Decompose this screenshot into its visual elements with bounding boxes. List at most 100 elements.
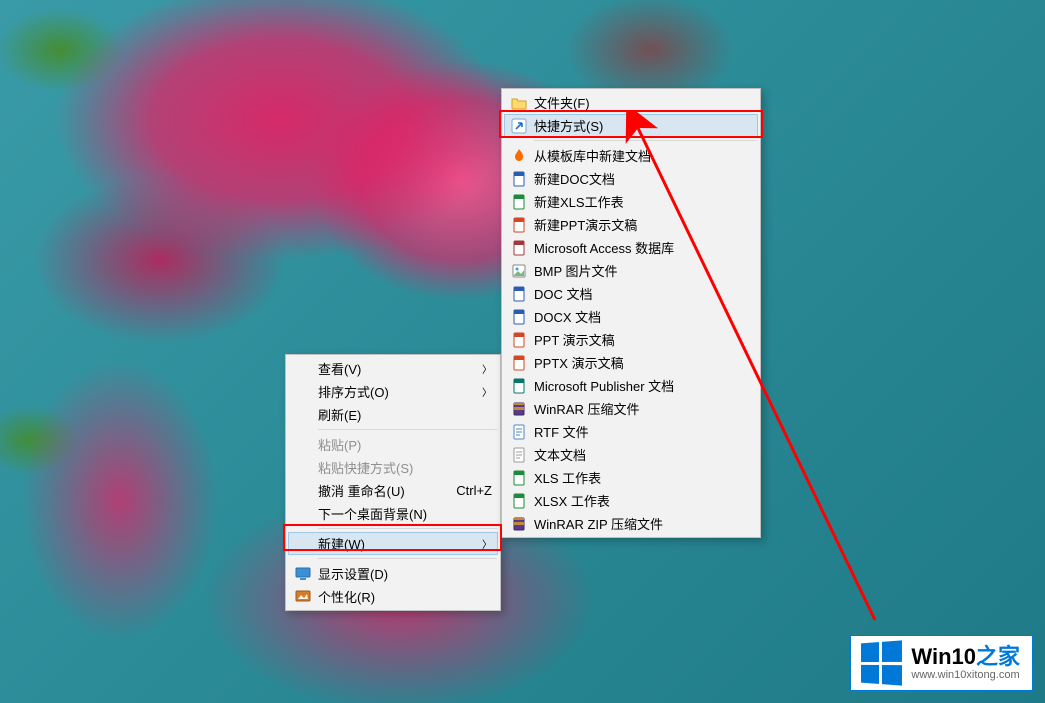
submenu-label: PPT 演示文稿: [530, 330, 752, 349]
rar-icon: [508, 400, 530, 418]
watermark-title: Win10之家: [911, 645, 1020, 669]
submenu-label: BMP 图片文件: [530, 261, 752, 280]
submenu-label: 新建DOC文档: [530, 169, 752, 188]
windows-logo-icon: [861, 640, 902, 685]
watermark-badge: Win10之家 www.win10xitong.com: [850, 635, 1033, 691]
submenu-item[interactable]: BMP 图片文件: [504, 259, 758, 282]
doc-icon: [508, 285, 530, 303]
menu-label: 撤消 重命名(U): [314, 481, 446, 500]
menu-separator: [534, 140, 757, 141]
menu-item-undo-rename[interactable]: 撤消 重命名(U) Ctrl+Z: [288, 479, 498, 502]
doc-icon: [508, 308, 530, 326]
submenu-label: DOCX 文档: [530, 307, 752, 326]
folder-icon: [508, 94, 530, 112]
flame-icon: [508, 147, 530, 165]
personalize-icon: [292, 588, 314, 606]
menu-separator: [318, 528, 497, 529]
doc-icon: [508, 170, 530, 188]
submenu-label: 文本文档: [530, 445, 752, 464]
submenu-item[interactable]: 文件夹(F): [504, 91, 758, 114]
ppt-icon: [508, 216, 530, 234]
menu-label: 查看(V): [314, 359, 474, 378]
rar-icon: [508, 515, 530, 533]
submenu-label: Microsoft Publisher 文档: [530, 376, 752, 395]
monitor-icon: [292, 565, 314, 583]
submenu-item[interactable]: WinRAR 压缩文件: [504, 397, 758, 420]
submenu-item[interactable]: 快捷方式(S): [504, 114, 758, 137]
submenu-label: 新建XLS工作表: [530, 192, 752, 211]
submenu-item[interactable]: XLSX 工作表: [504, 489, 758, 512]
rtf-icon: [508, 423, 530, 441]
menu-item-sort[interactable]: 排序方式(O) 〉: [288, 380, 498, 403]
menu-item-personalize[interactable]: 个性化(R): [288, 585, 498, 608]
ppt-icon: [508, 354, 530, 372]
submenu-item[interactable]: PPT 演示文稿: [504, 328, 758, 351]
blank-icon: [292, 383, 314, 401]
submenu-label: WinRAR 压缩文件: [530, 399, 752, 418]
submenu-item[interactable]: DOCX 文档: [504, 305, 758, 328]
submenu-label: RTF 文件: [530, 422, 752, 441]
menu-item-new[interactable]: 新建(W) 〉: [288, 532, 498, 555]
menu-label: 粘贴快捷方式(S): [314, 458, 492, 477]
submenu-item[interactable]: Microsoft Access 数据库: [504, 236, 758, 259]
submenu-label: PPTX 演示文稿: [530, 353, 752, 372]
menu-label: 刷新(E): [314, 405, 492, 424]
submenu-label: Microsoft Access 数据库: [530, 238, 752, 257]
desktop-context-menu: 查看(V) 〉 排序方式(O) 〉 刷新(E) 粘贴(P) 粘贴快捷方式(S) …: [285, 354, 501, 611]
submenu-item[interactable]: Microsoft Publisher 文档: [504, 374, 758, 397]
watermark-url: www.win10xitong.com: [911, 669, 1020, 681]
menu-item-view[interactable]: 查看(V) 〉: [288, 357, 498, 380]
menu-item-next-background[interactable]: 下一个桌面背景(N): [288, 502, 498, 525]
blank-icon: [292, 535, 314, 553]
submenu-label: WinRAR ZIP 压缩文件: [530, 514, 752, 533]
blank-icon: [292, 436, 314, 454]
submenu-item[interactable]: 新建PPT演示文稿: [504, 213, 758, 236]
submenu-label: XLS 工作表: [530, 468, 752, 487]
submenu-arrow-icon: 〉: [482, 384, 492, 399]
menu-separator: [318, 429, 497, 430]
menu-label: 显示设置(D): [314, 564, 492, 583]
menu-item-display-settings[interactable]: 显示设置(D): [288, 562, 498, 585]
blank-icon: [292, 482, 314, 500]
submenu-label: 快捷方式(S): [530, 116, 752, 135]
shortcut-icon: [508, 117, 530, 135]
submenu-label: 新建PPT演示文稿: [530, 215, 752, 234]
menu-item-paste-shortcut: 粘贴快捷方式(S): [288, 456, 498, 479]
menu-label: 个性化(R): [314, 587, 492, 606]
submenu-item[interactable]: DOC 文档: [504, 282, 758, 305]
submenu-item[interactable]: 新建XLS工作表: [504, 190, 758, 213]
ppt-icon: [508, 331, 530, 349]
submenu-item[interactable]: 文本文档: [504, 443, 758, 466]
submenu-label: XLSX 工作表: [530, 491, 752, 510]
menu-label: 粘贴(P): [314, 435, 492, 454]
submenu-label: DOC 文档: [530, 284, 752, 303]
bmp-icon: [508, 262, 530, 280]
submenu-item[interactable]: RTF 文件: [504, 420, 758, 443]
xls-icon: [508, 193, 530, 211]
new-submenu: 文件夹(F) 快捷方式(S) 从模板库中新建文档新建DOC文档新建XLS工作表新建P…: [501, 88, 761, 538]
watermark-title-main: Win10: [911, 644, 976, 669]
menu-shortcut: Ctrl+Z: [456, 483, 492, 498]
access-icon: [508, 239, 530, 257]
submenu-item[interactable]: 从模板库中新建文档: [504, 144, 758, 167]
xls-icon: [508, 469, 530, 487]
blank-icon: [292, 459, 314, 477]
menu-item-refresh[interactable]: 刷新(E): [288, 403, 498, 426]
submenu-label: 从模板库中新建文档: [530, 146, 752, 165]
menu-separator: [318, 558, 497, 559]
txt-icon: [508, 446, 530, 464]
submenu-arrow-icon: 〉: [482, 361, 492, 376]
menu-label: 新建(W): [314, 534, 474, 553]
blank-icon: [292, 505, 314, 523]
submenu-item[interactable]: PPTX 演示文稿: [504, 351, 758, 374]
submenu-item[interactable]: XLS 工作表: [504, 466, 758, 489]
blank-icon: [292, 360, 314, 378]
menu-item-paste: 粘贴(P): [288, 433, 498, 456]
submenu-item[interactable]: 新建DOC文档: [504, 167, 758, 190]
menu-label: 排序方式(O): [314, 382, 474, 401]
menu-label: 下一个桌面背景(N): [314, 504, 492, 523]
pub-icon: [508, 377, 530, 395]
watermark-title-accent: 之家: [976, 644, 1020, 669]
submenu-item[interactable]: WinRAR ZIP 压缩文件: [504, 512, 758, 535]
submenu-label: 文件夹(F): [530, 93, 752, 112]
